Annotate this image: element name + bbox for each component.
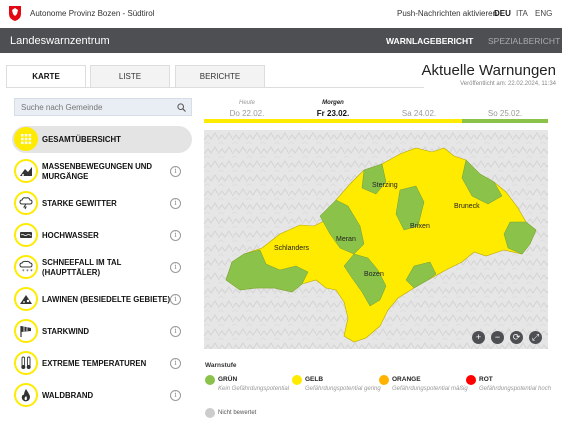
search-box xyxy=(14,98,192,116)
info-icon[interactable]: i xyxy=(170,390,181,401)
sidebar-item-extreme-temperaturen[interactable]: EXTREME TEMPERATUREN i xyxy=(12,350,192,377)
sidebar-item-hochwasser[interactable]: HOCHWASSER i xyxy=(12,222,192,249)
nav-warnlagebericht[interactable]: WARNLAGEBERICHT xyxy=(386,36,473,46)
info-icon[interactable]: i xyxy=(170,198,181,209)
sidebar-item-waldbrand[interactable]: WALDBRAND i xyxy=(12,382,192,409)
top-bar: Autonome Provinz Bozen - Südtirol Push-N… xyxy=(0,0,562,28)
page-title: Aktuelle Warnungen xyxy=(421,62,556,79)
day-caption: Heute xyxy=(238,100,255,106)
sidebar-item-gesamtuebersicht[interactable]: GESAMTÜBERSICHT xyxy=(12,126,192,153)
city-bozen[interactable]: Bozen xyxy=(364,271,384,278)
day-warning-band xyxy=(376,119,462,123)
sidebar-item-label: MASSENBEWEGUNGEN UND MURGÄNGE xyxy=(42,161,153,181)
sidebar-item-label: GESAMTÜBERSICHT xyxy=(42,134,121,144)
push-notifications-link[interactable]: Push-Nachrichten aktivieren xyxy=(397,9,497,18)
legend-dot xyxy=(292,375,302,385)
sidebar-item-starkwind[interactable]: STARKWIND i xyxy=(12,318,192,345)
legend-title: Warnstufe xyxy=(205,362,237,369)
landslide-icon xyxy=(20,167,32,176)
sidebar-item-label: WALDBRAND xyxy=(42,390,94,400)
published-date: Veröffentlicht am: 22.02.2024, 11:34 xyxy=(460,81,556,87)
wind-icon xyxy=(20,326,31,337)
legend-label: GELB xyxy=(305,376,324,383)
day-tab-tomorrow[interactable]: Morgen Fr 23.02. xyxy=(290,100,376,118)
sidebar-item-schneefall[interactable]: * * * SCHNEEFALL IM TAL (HAUPTTÄLER) i xyxy=(12,254,192,281)
grid-icon xyxy=(21,134,32,145)
nav-spezialbericht[interactable]: SPEZIALBERICHT xyxy=(488,36,560,46)
day-caption xyxy=(462,100,548,108)
city-meran[interactable]: Meran xyxy=(336,236,356,243)
sidebar-item-label: HOCHWASSER xyxy=(42,230,99,240)
city-sterzing[interactable]: Sterzing xyxy=(372,182,398,189)
sidebar-item-label: SCHNEEFALL IM TAL (HAUPTTÄLER) xyxy=(42,257,122,277)
tab-berichte[interactable]: BERICHTE xyxy=(175,65,265,88)
day-tab-today[interactable]: Heute Do 22.02. xyxy=(204,100,290,118)
info-icon[interactable]: i xyxy=(170,262,181,273)
legend-desc: Gefährdungspotential hoch xyxy=(479,386,552,392)
legend-dot xyxy=(379,375,389,385)
legend-dot xyxy=(466,375,476,385)
sidebar-item-massenbewegungen[interactable]: MASSENBEWEGUNGEN UND MURGÄNGE i xyxy=(12,158,192,185)
legend-label: ORANGE xyxy=(392,376,421,383)
legend-dot xyxy=(205,408,215,418)
legend-desc: Gefährdungspotential mäßig xyxy=(392,386,468,392)
tab-divider xyxy=(6,87,424,88)
info-icon[interactable]: i xyxy=(170,230,181,241)
south-tyrol-map xyxy=(204,130,548,349)
sidebar-item-lawinen[interactable]: LAWINEN (BESIEDELTE GEBIETE) i xyxy=(12,286,192,313)
site-title[interactable]: Landeswarnzentrum xyxy=(10,35,110,47)
city-brixen[interactable]: Brixen xyxy=(410,223,430,230)
day-warning-band xyxy=(290,119,376,123)
fullscreen-button[interactable]: ⤢ xyxy=(529,331,542,344)
legend-desc: Kein Gefährdungspotential xyxy=(218,386,290,392)
tab-karte[interactable]: KARTE xyxy=(6,65,86,88)
flood-icon xyxy=(20,232,32,238)
legend-label: ROT xyxy=(479,376,493,383)
day-label: Sa 24.02. xyxy=(401,109,437,118)
lang-ita[interactable]: ITA xyxy=(516,9,528,18)
reset-map-button[interactable]: ⟳ xyxy=(510,331,523,344)
city-schlanders[interactable]: Schlanders xyxy=(274,245,309,252)
snowfall-icon: * * * xyxy=(19,260,33,274)
coat-of-arms-logo[interactable] xyxy=(8,5,22,22)
info-icon[interactable]: i xyxy=(170,166,181,177)
search-icon[interactable] xyxy=(177,103,186,112)
sidebar-item-label: STARKWIND xyxy=(42,326,90,336)
lang-eng[interactable]: ENG xyxy=(535,9,552,18)
day-caption: Morgen xyxy=(322,100,344,106)
day-label: So 25.02. xyxy=(487,109,523,118)
svg-text:* * *: * * * xyxy=(22,269,33,274)
search-input[interactable] xyxy=(21,101,171,113)
legend-label: GRÜN xyxy=(218,376,238,383)
legend-label: Nicht bewertet xyxy=(218,410,257,416)
day-warning-band xyxy=(204,119,290,123)
info-icon[interactable]: i xyxy=(170,326,181,337)
city-bruneck[interactable]: Bruneck xyxy=(454,203,480,210)
fire-icon xyxy=(21,389,30,402)
day-warning-band xyxy=(462,119,548,123)
sidebar-item-starke-gewitter[interactable]: STARKE GEWITTER i xyxy=(12,190,192,217)
sidebar-item-label: STARKE GEWITTER xyxy=(42,198,117,208)
org-name[interactable]: Autonome Provinz Bozen - Südtirol xyxy=(30,9,155,18)
lang-deu[interactable]: DEU xyxy=(494,9,511,18)
day-tab-saturday[interactable]: Sa 24.02. xyxy=(376,100,462,118)
thermometer-icon xyxy=(21,356,31,369)
day-label: Fr 23.02. xyxy=(316,109,350,118)
legend-dot xyxy=(205,375,215,385)
day-caption xyxy=(376,100,462,108)
zoom-in-button[interactable]: + xyxy=(472,331,485,344)
info-icon[interactable]: i xyxy=(170,294,181,305)
day-tab-sunday[interactable]: So 25.02. xyxy=(462,100,548,118)
legend-desc: Gefährdungspotential gering xyxy=(305,386,381,392)
sidebar-item-label: EXTREME TEMPERATUREN xyxy=(42,358,147,368)
warning-map[interactable]: Sterzing Bruneck Brixen Schlanders Meran… xyxy=(204,130,548,349)
thunderstorm-icon xyxy=(19,197,33,210)
tab-liste[interactable]: LISTE xyxy=(90,65,170,88)
info-icon[interactable]: i xyxy=(170,358,181,369)
avalanche-icon xyxy=(20,295,32,304)
zoom-out-button[interactable]: − xyxy=(491,331,504,344)
day-label: Do 22.02. xyxy=(229,109,265,118)
sidebar-item-label: LAWINEN (BESIEDELTE GEBIETE) xyxy=(42,294,171,304)
